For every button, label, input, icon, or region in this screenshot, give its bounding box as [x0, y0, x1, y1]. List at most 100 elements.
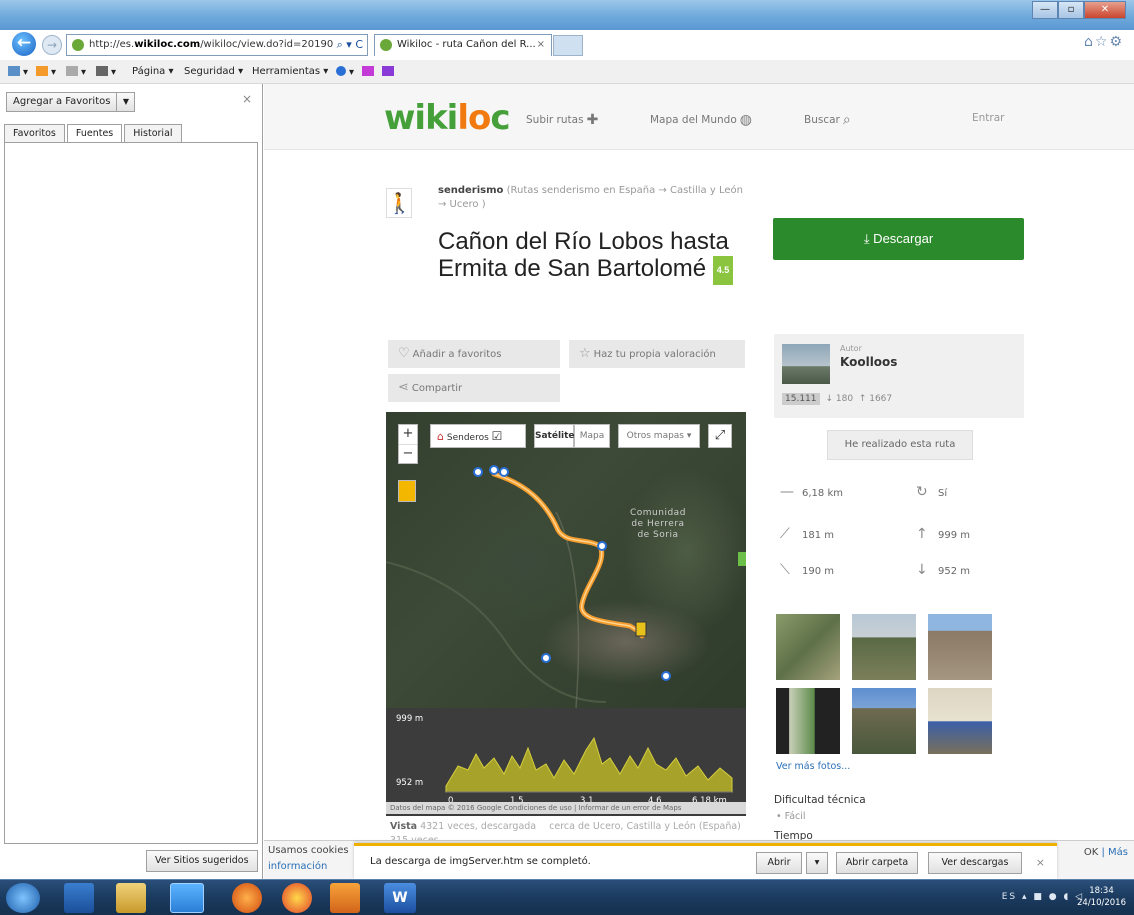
chrome-icon[interactable]	[282, 883, 312, 913]
zoom-in-button[interactable]: +	[399, 425, 417, 445]
tab-favoritos[interactable]: Favoritos	[4, 124, 65, 142]
waypoint-icon	[499, 467, 509, 477]
nav-search[interactable]: Buscar ⌕	[804, 112, 851, 128]
outlook-icon[interactable]	[330, 883, 360, 913]
plus-icon: ✚	[586, 112, 599, 128]
tab-close-icon[interactable]: ×	[537, 35, 545, 55]
download-notification: La descarga de imgServer.htm se completó…	[354, 843, 1057, 879]
home-toolbar-icon[interactable]: ▾	[8, 66, 28, 78]
add-to-favorites-button[interactable]: Agregar a Favoritos ▼	[6, 92, 136, 112]
system-tray[interactable]: ES ▴ ■ ● ◖ ◁	[1002, 892, 1084, 902]
back-button[interactable]: ←	[10, 30, 38, 58]
map-attribution[interactable]: Datos del mapa © 2016 Google Condiciones…	[386, 802, 746, 814]
cookie-info-link[interactable]: información	[268, 861, 327, 872]
close-pane-icon[interactable]: ×	[242, 92, 252, 106]
trails-checkbox[interactable]: ☑	[492, 429, 503, 443]
tab-fuentes[interactable]: Fuentes	[66, 124, 123, 142]
difficulty-heading: Dificultad técnica	[774, 794, 866, 806]
security-menu[interactable]: Seguridad ▾	[184, 66, 243, 77]
feeds-toolbar-icon[interactable]: ▾	[36, 66, 56, 78]
rate-route-button[interactable]: ☆ Haz tu propia valoración	[569, 340, 745, 368]
address-bar[interactable]: http://es.wikiloc.com/wikiloc/view.do?id…	[66, 34, 368, 56]
tab-historial[interactable]: Historial	[124, 124, 182, 142]
author-card: Autor Koolloos 15.111 ↓ 180 ↑ 1667	[774, 334, 1024, 418]
distance-icon: —	[780, 484, 794, 500]
nav-upload-routes[interactable]: Subir rutas ✚	[526, 112, 598, 128]
ascent-icon: ⟋	[780, 526, 790, 542]
page-menu[interactable]: Página ▾	[132, 66, 174, 77]
loop-icon: ↻	[916, 484, 928, 500]
open-folder-button[interactable]: Abrir carpeta	[836, 852, 918, 874]
more-photos-link[interactable]: Ver más fotos...	[776, 761, 850, 772]
browser-home-icons[interactable]: ⌂☆⚙	[1084, 34, 1124, 50]
download-message: La descarga de imgServer.htm se completó…	[370, 856, 591, 867]
extension-icon-2[interactable]	[382, 66, 397, 78]
minimize-button[interactable]: —	[1032, 1, 1058, 19]
satellite-button[interactable]: Satélite	[534, 424, 575, 448]
add-favorites-button[interactable]: ♡ Añadir a favoritos	[388, 340, 560, 368]
forward-button[interactable]: →	[42, 35, 62, 55]
photo-thumbnail[interactable]	[852, 614, 916, 680]
file-explorer-icon[interactable]	[116, 883, 146, 913]
photo-thumbnail[interactable]	[852, 688, 916, 754]
breadcrumb: senderismo (Rutas senderismo en España →…	[438, 185, 743, 210]
address-tools[interactable]: ⌕ ▾ C	[337, 35, 363, 55]
view-downloads-button[interactable]: Ver descargas	[928, 852, 1022, 874]
avatar[interactable]	[782, 344, 830, 384]
nav-login[interactable]: Entrar	[972, 112, 1004, 124]
new-tab-button[interactable]	[553, 35, 583, 56]
search-icon: ⌕	[842, 112, 851, 128]
rating-badge: 4.5	[712, 256, 734, 285]
map-button[interactable]: Mapa	[574, 424, 610, 448]
cookie-ok-button[interactable]: OK | Más	[1084, 847, 1128, 858]
browser-title-bar: — ▫ ✕	[0, 0, 1134, 30]
route-done-button[interactable]: He realizado esta ruta	[827, 430, 973, 460]
internet-explorer-icon[interactable]	[170, 883, 204, 913]
street-view-pegman-icon[interactable]	[398, 480, 416, 502]
route-map[interactable]: Comunidad de Herrera de Soria + − ⌂ Sender…	[386, 412, 746, 708]
close-window-button[interactable]: ✕	[1084, 1, 1126, 19]
site-header: wikiloc Subir rutas ✚ Mapa del Mundo ◍ Bus…	[264, 84, 1134, 150]
activity-link[interactable]: senderismo	[438, 185, 503, 196]
start-button[interactable]	[6, 883, 40, 913]
command-bar: ▾ ▾ ▾ ▾ Página ▾ Seguridad ▾ Herramienta…	[0, 60, 1134, 84]
nav-world-map[interactable]: Mapa del Mundo ◍	[650, 112, 752, 128]
download-button[interactable]: ⤓ Descargar	[773, 218, 1024, 260]
zoom-out-button[interactable]: −	[399, 445, 417, 465]
share-button[interactable]: ⋖ Compartir	[388, 374, 560, 402]
add-favorites-dropdown-icon[interactable]: ▼	[116, 93, 134, 111]
taskbar-app-icon[interactable]	[64, 883, 94, 913]
clock[interactable]: 18:34 24/10/2016	[1077, 885, 1126, 909]
photo-thumbnail[interactable]	[776, 688, 840, 754]
profile-max-label: 999 m	[396, 714, 424, 724]
help-toolbar-icon[interactable]: ▾	[336, 66, 354, 78]
open-button[interactable]: Abrir	[756, 852, 802, 874]
waypoint-icon	[661, 671, 671, 681]
print-toolbar-icon[interactable]: ▾	[96, 66, 116, 78]
maximize-button[interactable]: ▫	[1058, 1, 1084, 19]
wikiloc-logo[interactable]: wikiloc	[384, 98, 511, 138]
photo-thumbnail[interactable]	[776, 614, 840, 680]
web-page: wikiloc Subir rutas ✚ Mapa del Mundo ◍ Bus…	[264, 84, 1134, 879]
other-maps-dropdown[interactable]: Otros mapas ▾	[618, 424, 700, 448]
house-icon: ⌂	[437, 430, 444, 443]
tools-menu[interactable]: Herramientas ▾	[252, 66, 328, 77]
favorites-tabs: Favoritos Fuentes Historial	[4, 124, 184, 142]
trails-toggle[interactable]: ⌂ Senderos ☑	[430, 424, 526, 448]
firefox-icon[interactable]	[232, 883, 262, 913]
word-icon[interactable]: W	[384, 883, 416, 913]
fullscreen-icon[interactable]: ⤢	[708, 424, 732, 448]
open-dropdown-icon[interactable]: ▾	[806, 852, 828, 874]
extension-icon-1[interactable]	[362, 66, 377, 78]
close-download-bar-icon[interactable]: ×	[1036, 856, 1045, 869]
suggested-sites-button[interactable]: Ver Sitios sugeridos	[146, 850, 258, 872]
mail-toolbar-icon[interactable]: ▾	[66, 66, 86, 78]
waypoint-icon	[541, 653, 551, 663]
star-icon: ☆	[579, 346, 591, 361]
author-name[interactable]: Koolloos	[840, 355, 897, 369]
browser-tab-wikiloc[interactable]: Wikiloc - ruta Cañon del R... ×	[374, 34, 552, 56]
waypoint-icon	[473, 467, 483, 477]
photo-thumbnail[interactable]	[928, 614, 992, 680]
photo-thumbnail[interactable]	[928, 688, 992, 754]
profile-min-label: 952 m	[396, 778, 424, 788]
